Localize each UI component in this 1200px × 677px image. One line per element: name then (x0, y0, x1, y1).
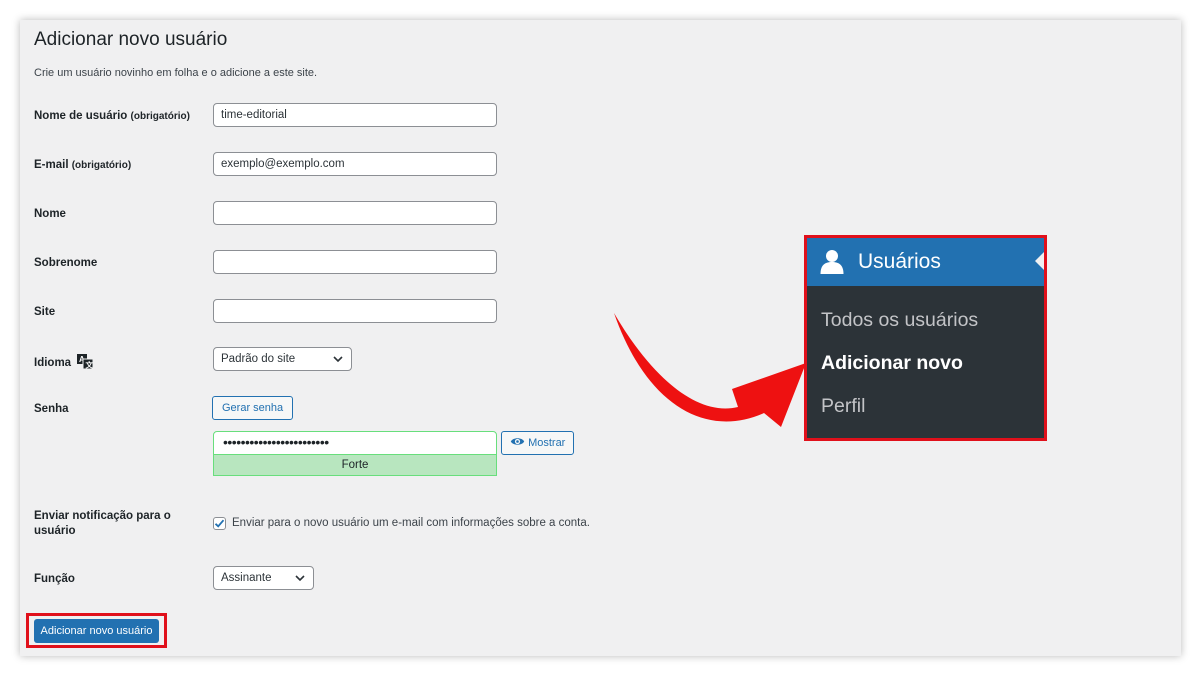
role-select-value: Assinante (221, 572, 272, 584)
username-label: Nome de usuário (obrigatório) (34, 110, 190, 122)
email-label-text: E-mail (34, 159, 69, 171)
users-menu-callout: Usuários Todos os usuários Adicionar nov… (804, 235, 1047, 441)
notify-checkbox-text: Enviar para o novo usuário um e-mail com… (232, 517, 590, 529)
last-name-input[interactable] (213, 250, 497, 274)
translation-icon: A 文 (77, 354, 94, 370)
email-label: E-mail (obrigatório) (34, 159, 131, 171)
username-input[interactable] (213, 103, 497, 127)
eye-icon (510, 438, 525, 445)
users-menu-title: Usuários (858, 250, 941, 273)
generate-password-button[interactable]: Gerar senha (212, 396, 294, 420)
add-new-user-button[interactable]: Adicionar novo usuário (34, 619, 159, 643)
first-name-label: Nome (34, 208, 66, 220)
site-label: Site (34, 306, 56, 318)
first-name-input[interactable] (213, 201, 497, 225)
red-arrow-annotation (614, 313, 806, 427)
username-required-note: (obrigatório) (130, 111, 190, 122)
checkmark-icon (214, 519, 225, 528)
menu-item-all-users[interactable]: Todos os usuários (821, 309, 978, 332)
language-select-value: Padrão do site (221, 353, 296, 365)
notify-checkbox[interactable] (213, 517, 226, 530)
password-input[interactable]: •••••••••••••••••••••••• (213, 431, 497, 455)
language-select[interactable]: Padrão do site (213, 347, 352, 371)
chevron-down-icon (295, 575, 305, 582)
show-password-button[interactable]: Mostrar (501, 431, 575, 455)
email-input[interactable] (213, 152, 497, 176)
notify-label: Enviar notificação para o usuário (34, 510, 171, 537)
menu-item-profile[interactable]: Perfil (821, 395, 865, 418)
password-label: Senha (34, 403, 69, 415)
role-select[interactable]: Assinante (213, 566, 314, 590)
page-description: Crie um usuário novinho em folha e o adi… (34, 67, 318, 79)
last-name-label: Sobrenome (34, 257, 98, 269)
svg-text:文: 文 (86, 360, 94, 370)
role-label: Função (34, 573, 75, 585)
users-menu-header[interactable]: Usuários (807, 238, 1044, 286)
password-strength-meter: Forte (213, 455, 497, 476)
menu-item-add-new[interactable]: Adicionar novo (821, 352, 963, 375)
username-label-text: Nome de usuário (34, 110, 128, 122)
language-label-text: Idioma (34, 357, 72, 369)
language-label: Idioma A 文 (34, 354, 94, 370)
site-input[interactable] (213, 299, 497, 323)
chevron-down-icon (333, 356, 343, 363)
show-password-label: Mostrar (528, 437, 566, 449)
menu-indicator (1035, 252, 1044, 270)
email-required-note: (obrigatório) (71, 160, 132, 171)
user-icon (820, 250, 844, 274)
page-title: Adicionar novo usuário (34, 29, 228, 50)
